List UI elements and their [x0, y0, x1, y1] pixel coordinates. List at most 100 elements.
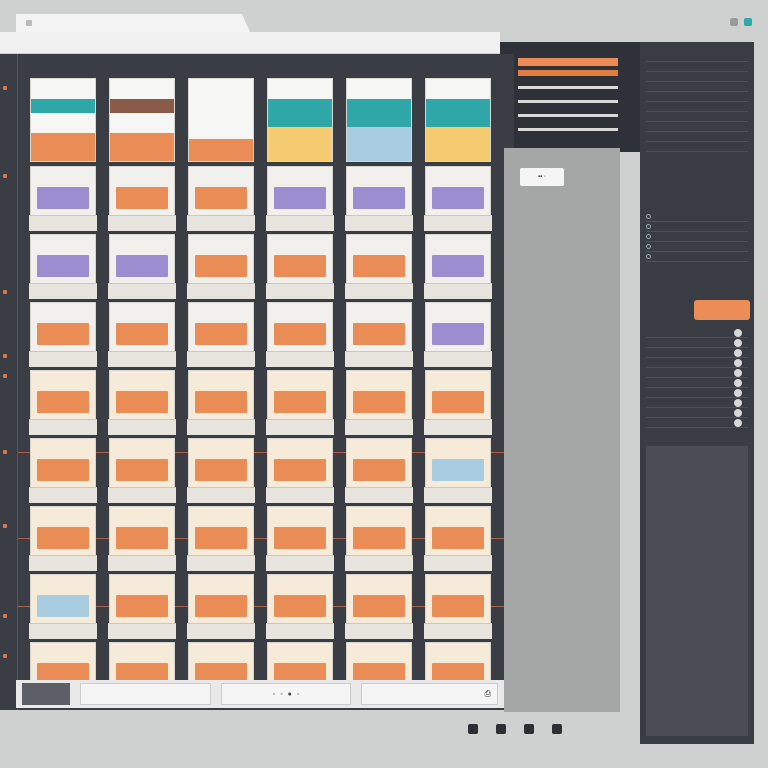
- panel-list-row[interactable]: [646, 348, 748, 358]
- panel-row[interactable]: [646, 102, 748, 112]
- rail-marker[interactable]: [3, 86, 7, 90]
- grid-card[interactable]: [29, 506, 97, 571]
- grid-card[interactable]: [108, 234, 176, 299]
- toggle-icon[interactable]: [734, 328, 742, 337]
- thumbnail[interactable]: [22, 683, 70, 705]
- undo-icon[interactable]: [468, 724, 478, 734]
- toggle-icon[interactable]: [734, 378, 742, 387]
- panel-row[interactable]: [646, 82, 748, 92]
- timeline-segment[interactable]: [80, 683, 211, 705]
- grid-card[interactable]: [266, 370, 334, 435]
- panel-list-row[interactable]: [646, 378, 748, 388]
- grid-card[interactable]: [187, 506, 255, 571]
- control-icon[interactable]: ◦: [273, 691, 275, 698]
- radio-icon[interactable]: [646, 244, 651, 249]
- grid-card[interactable]: [187, 302, 255, 367]
- grid-card[interactable]: [108, 370, 176, 435]
- grid-card[interactable]: [345, 302, 413, 367]
- rail-marker[interactable]: [3, 290, 7, 294]
- panel-list-row[interactable]: [646, 368, 748, 378]
- panel-row[interactable]: [646, 142, 748, 152]
- grid-card[interactable]: [345, 574, 413, 639]
- panel-option-row[interactable]: [646, 212, 748, 222]
- grid-card[interactable]: [29, 302, 97, 367]
- grid-card[interactable]: [108, 166, 176, 231]
- grid-card[interactable]: [187, 574, 255, 639]
- rail-marker[interactable]: [3, 614, 7, 618]
- panel-row[interactable]: [646, 112, 748, 122]
- grid-card[interactable]: [266, 166, 334, 231]
- grid-card[interactable]: [424, 506, 492, 571]
- panel-list-row[interactable]: [646, 328, 748, 338]
- rail-marker[interactable]: [3, 524, 7, 528]
- redo-icon[interactable]: [496, 724, 506, 734]
- context-popup[interactable]: ▪▪ ◦: [520, 168, 564, 186]
- toggle-icon[interactable]: [734, 388, 742, 397]
- tool-line[interactable]: [518, 86, 618, 89]
- toggle-icon[interactable]: [734, 368, 742, 377]
- grid-card[interactable]: [108, 302, 176, 367]
- grid-card[interactable]: [29, 166, 97, 231]
- grid-card[interactable]: [345, 166, 413, 231]
- apply-button[interactable]: [694, 300, 750, 320]
- tool-orange-bar-2[interactable]: [518, 70, 618, 76]
- panel-row[interactable]: [646, 52, 748, 62]
- grid-card[interactable]: [187, 438, 255, 503]
- column-header-card[interactable]: [267, 78, 333, 162]
- grid-card[interactable]: [266, 302, 334, 367]
- tool-line[interactable]: [518, 128, 618, 131]
- panel-option-row[interactable]: [646, 222, 748, 232]
- grid-card[interactable]: [424, 302, 492, 367]
- toggle-icon[interactable]: [734, 398, 742, 407]
- tool-line[interactable]: [518, 114, 618, 117]
- grid-card[interactable]: [266, 438, 334, 503]
- panel-row[interactable]: [646, 132, 748, 142]
- grid-card[interactable]: [187, 370, 255, 435]
- grid-card[interactable]: [29, 438, 97, 503]
- rail-marker[interactable]: [3, 374, 7, 378]
- grid-card[interactable]: [345, 438, 413, 503]
- panel-row[interactable]: [646, 62, 748, 72]
- panel-option-row[interactable]: [646, 232, 748, 242]
- grid-card[interactable]: [266, 506, 334, 571]
- radio-icon[interactable]: [646, 234, 651, 239]
- grid-card[interactable]: [424, 370, 492, 435]
- panel-option-row[interactable]: [646, 242, 748, 252]
- rail-marker[interactable]: [3, 450, 7, 454]
- toggle-icon[interactable]: [734, 358, 742, 367]
- grid-card[interactable]: [108, 438, 176, 503]
- control-icon[interactable]: ◦: [297, 691, 299, 698]
- printer-icon[interactable]: ⎙: [361, 683, 499, 705]
- column-header-card[interactable]: [30, 78, 96, 162]
- grid-card[interactable]: [424, 574, 492, 639]
- grid-card[interactable]: [266, 574, 334, 639]
- browser-tab[interactable]: [16, 14, 250, 32]
- grid-card[interactable]: [187, 234, 255, 299]
- radio-icon[interactable]: [646, 224, 651, 229]
- settings-icon[interactable]: [730, 18, 738, 26]
- frame-icon[interactable]: [552, 724, 562, 734]
- column-header-card[interactable]: [109, 78, 175, 162]
- grid-card[interactable]: [345, 234, 413, 299]
- grid-card[interactable]: [29, 234, 97, 299]
- grid-card[interactable]: [424, 234, 492, 299]
- rail-marker[interactable]: [3, 654, 7, 658]
- tool-orange-bar[interactable]: [518, 58, 618, 66]
- panel-list-row[interactable]: [646, 418, 748, 428]
- panel-row[interactable]: [646, 72, 748, 82]
- address-bar[interactable]: [0, 32, 500, 54]
- grid-card[interactable]: [108, 574, 176, 639]
- control-icon[interactable]: ●: [288, 691, 292, 698]
- panel-list-row[interactable]: [646, 338, 748, 348]
- grid-card[interactable]: [424, 438, 492, 503]
- toggle-icon[interactable]: [734, 418, 742, 427]
- toggle-icon[interactable]: [734, 338, 742, 347]
- panel-list-row[interactable]: [646, 408, 748, 418]
- panel-row[interactable]: [646, 92, 748, 102]
- grid-card[interactable]: [266, 234, 334, 299]
- panel-option-row[interactable]: [646, 252, 748, 262]
- column-header-card[interactable]: [188, 78, 254, 162]
- grid-card[interactable]: [29, 370, 97, 435]
- extension-icon[interactable]: [744, 18, 752, 26]
- toggle-icon[interactable]: [734, 408, 742, 417]
